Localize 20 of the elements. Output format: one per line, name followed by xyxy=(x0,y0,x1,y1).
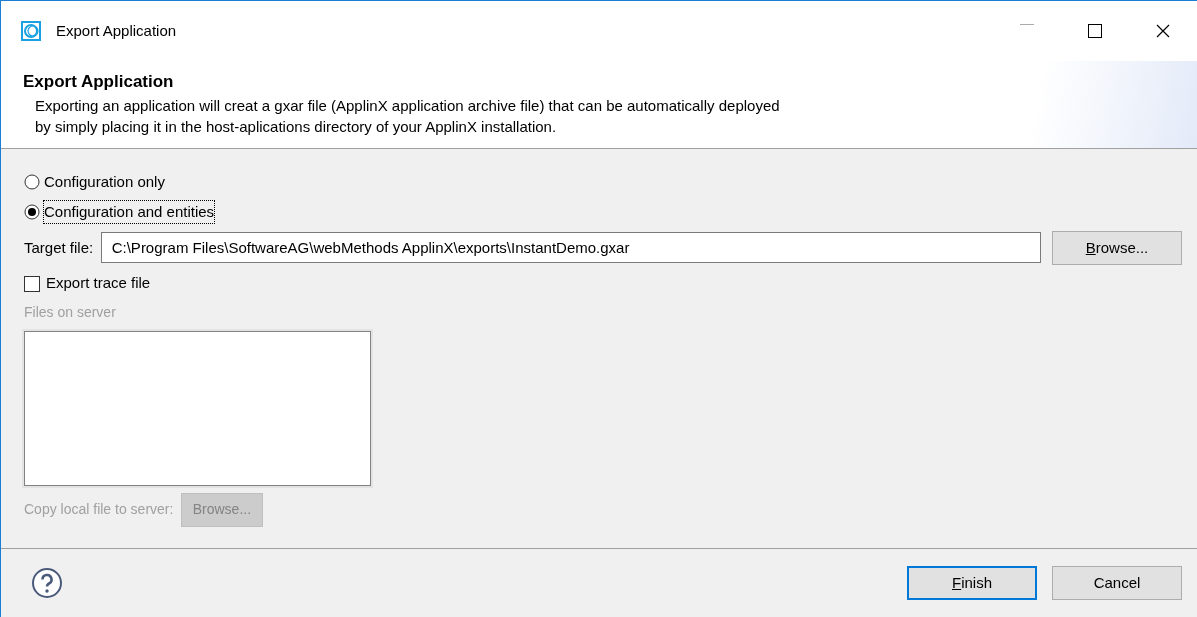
app-icon xyxy=(21,21,41,41)
list-label: Files on server xyxy=(24,303,117,323)
radio-label[interactable]: Configuration and entities xyxy=(44,200,215,224)
field-label: Target file: xyxy=(24,237,94,258)
browse-button[interactable]: Browse... xyxy=(1052,230,1182,265)
finish-button[interactable]: Finish xyxy=(907,566,1037,600)
radio-label[interactable]: Configuration only xyxy=(44,170,165,194)
checkbox[interactable] xyxy=(24,275,40,292)
cancel-button[interactable]: Cancel xyxy=(1052,566,1182,600)
page-heading: Export Application xyxy=(23,71,175,93)
help-icon[interactable] xyxy=(31,567,63,599)
field-label: Copy local file to server: xyxy=(24,500,174,520)
radio-button[interactable] xyxy=(24,174,40,190)
radio-button[interactable] xyxy=(24,204,40,220)
maximize-icon[interactable] xyxy=(1088,24,1102,38)
description-text: Exporting an application will creat a gxar file (ApplinX application archive file) that can be automatically deployed by simply placing it in the host-aplications directory of your ApplinX installation. xyxy=(34,96,781,137)
close-icon[interactable] xyxy=(1156,24,1170,38)
target-file-field[interactable]: C:\Program Files\SoftwareAG\webMethods ApplinX\exports\InstantDemo.gxar xyxy=(100,232,1041,264)
window-title: Export Application xyxy=(56,20,177,41)
checkbox-label[interactable]: Export trace file xyxy=(46,272,151,295)
